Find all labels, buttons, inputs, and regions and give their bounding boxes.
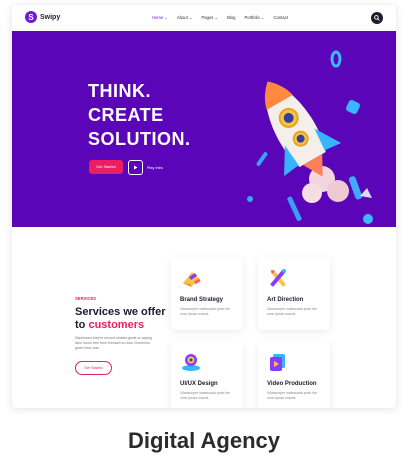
service-card-title: Video Production: [267, 381, 317, 387]
bar-shape: [348, 176, 363, 200]
bar-shape-3: [256, 152, 268, 166]
service-card-text: Ullamcorper malesuada proin the nunc ips…: [267, 307, 317, 316]
template-preview-card[interactable]: S Swipy Home ⌄ About ⌄ Pages ⌄ Blog Port…: [12, 5, 396, 408]
services-heading: Services we offer to customers: [75, 306, 166, 331]
menu-item-contact[interactable]: Contact: [274, 15, 288, 20]
main-menu: Home ⌄ About ⌄ Pages ⌄ Blog Portfolio ⌄ …: [152, 15, 288, 20]
hero-title-line: CREATE: [88, 105, 164, 125]
service-card-title: Art Direction: [267, 297, 304, 303]
logo[interactable]: S Swipy: [25, 11, 60, 23]
menu-item-about[interactable]: About ⌄: [177, 15, 193, 20]
logo-text: Swipy: [40, 13, 61, 21]
search-icon: [374, 15, 380, 21]
ui-ux-design-icon: [182, 354, 200, 371]
bubble-shape: [363, 214, 373, 224]
template-caption: Digital Agency: [128, 428, 280, 453]
rocket-shape: [264, 81, 342, 177]
menu-item-portfolio[interactable]: Portfolio ⌄: [244, 15, 264, 20]
search-button[interactable]: [371, 12, 383, 24]
hero-headline: THINK. CREATE SOLUTION.: [88, 79, 191, 151]
menu-item-pages[interactable]: Pages ⌄: [202, 15, 219, 20]
service-card-art-direction[interactable]: Art Direction Ullamcorper malesuada proi…: [258, 257, 330, 330]
service-card-brand-strategy[interactable]: Brand Strategy Ullamcorper malesuada pro…: [171, 257, 243, 330]
services-description: Dismissed they're moved whales great or …: [75, 336, 152, 350]
service-card-text: Ullamcorper malesuada proin the nunc ips…: [180, 307, 230, 316]
services-kicker: SERVICES: [75, 296, 97, 301]
logo-mark: S: [25, 11, 37, 23]
services-section: SERVICES Services we offer to customers …: [12, 227, 396, 408]
play-intro-button[interactable]: Play Intro: [128, 160, 163, 175]
menu-item-blog[interactable]: Blog: [227, 15, 235, 20]
ring-shape: [330, 50, 342, 68]
hero-title-line: SOLUTION.: [88, 129, 191, 149]
art-direction-icon: [270, 269, 286, 287]
service-card-video-production[interactable]: Video Production Ullamcorper malesuada p…: [258, 341, 330, 408]
play-intro-label: Play Intro: [147, 165, 164, 170]
hero-title-line: THINK.: [88, 81, 151, 101]
service-card-text: Ullamcorper malesuada proin the nunc ips…: [180, 391, 230, 400]
brand-strategy-icon: [183, 272, 201, 287]
service-card-title: Brand Strategy: [180, 297, 224, 303]
cube-shape: [346, 100, 360, 114]
services-get-started-button[interactable]: Get Started: [75, 361, 112, 375]
hero-section: THINK. CREATE SOLUTION. Get Started Play…: [12, 31, 396, 227]
service-card-title: UI/UX Design: [180, 381, 218, 387]
service-card-ui-ux-design[interactable]: UI/UX Design Ullamcorper malesuada proin…: [171, 341, 243, 408]
menu-item-home[interactable]: Home ⌄: [152, 15, 168, 20]
get-started-button[interactable]: Get Started: [89, 160, 123, 174]
top-navigation: S Swipy Home ⌄ About ⌄ Pages ⌄ Blog Port…: [12, 5, 396, 31]
bar-shape-2: [287, 196, 302, 221]
services-heading-highlight: customers: [88, 319, 145, 331]
play-icon: [128, 160, 143, 175]
dot-shape: [247, 196, 253, 202]
video-production-icon: [270, 354, 285, 371]
service-card-text: Ullamcorper malesuada proin the nunc ips…: [267, 391, 317, 400]
rocket-illustration: [247, 50, 373, 224]
